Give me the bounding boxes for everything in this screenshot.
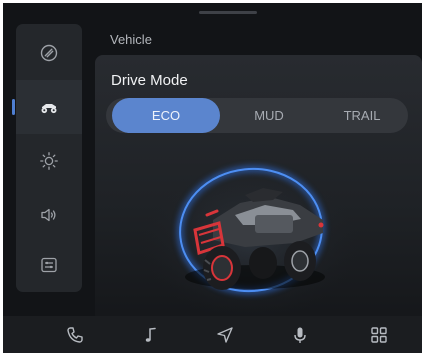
grab-handle[interactable]	[199, 11, 257, 14]
section-title: Vehicle	[110, 32, 152, 47]
brightness-icon	[40, 152, 58, 170]
sidebar-active-indicator	[12, 99, 15, 115]
atv-icon	[41, 104, 57, 114]
microphone-button[interactable]	[280, 316, 320, 353]
music-button[interactable]	[131, 316, 171, 353]
apps-button[interactable]	[359, 316, 399, 353]
sidebar-item-volume[interactable]	[16, 188, 82, 242]
settings-panel-icon	[41, 257, 57, 273]
microphone-icon	[294, 327, 306, 343]
sidebar-item-brightness[interactable]	[16, 134, 82, 188]
apps-grid-icon	[371, 326, 387, 343]
navigation-button[interactable]	[205, 316, 245, 353]
atv-vehicle-image	[140, 160, 360, 320]
bottom-nav-bar	[3, 316, 422, 353]
drive-mode-panel: Drive Mode ECO MUD TRAIL	[95, 55, 422, 323]
phone-icon	[67, 326, 83, 343]
volume-icon	[41, 208, 56, 222]
tire-icon	[40, 44, 58, 62]
vehicle-screen: Vehicle Drive Mode ECO MUD TRAIL	[3, 3, 422, 353]
sidebar-item-settings[interactable]	[16, 238, 82, 292]
navigation-icon	[217, 326, 233, 343]
sidebar-item-vehicle[interactable]	[16, 80, 82, 134]
sidebar-item-tire[interactable]	[16, 26, 82, 80]
music-icon	[145, 327, 156, 342]
sidebar	[16, 24, 82, 292]
phone-button[interactable]	[55, 316, 95, 353]
